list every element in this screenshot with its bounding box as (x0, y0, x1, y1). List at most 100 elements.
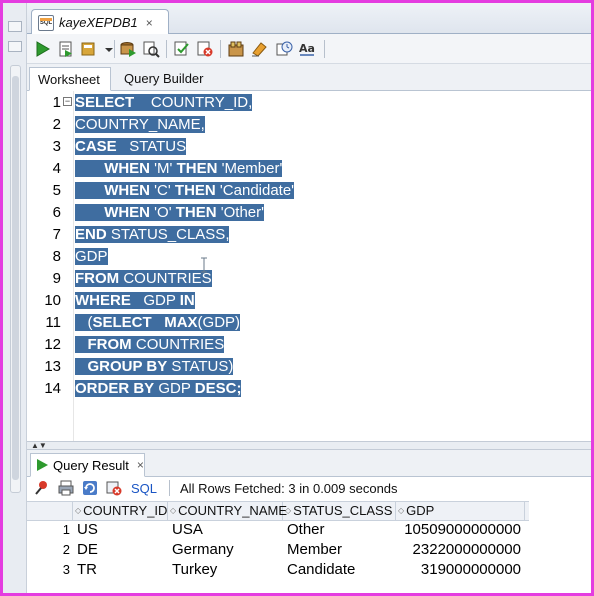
code-line[interactable]: END STATUS_CLASS, (75, 224, 230, 246)
cell-country-name[interactable]: USA (168, 520, 283, 540)
column-header-label: STATUS_CLASS (293, 503, 393, 518)
commit-icon[interactable] (119, 40, 137, 58)
sort-icon[interactable]: ◇ (285, 502, 291, 520)
cell-status-class[interactable]: Other (283, 520, 396, 540)
refresh-icon[interactable] (81, 479, 99, 497)
sql-text: 'Candidate' (215, 182, 295, 199)
code-line[interactable]: GROUP BY STATUS) (75, 356, 234, 378)
line-number: 10 (44, 292, 61, 309)
sort-icon[interactable]: ◇ (170, 502, 176, 520)
column-header[interactable]: ◇ STATUS_CLASS (283, 502, 396, 520)
run-result-icon (37, 459, 48, 471)
code-line[interactable]: WHEN 'C' THEN 'Candidate' (75, 180, 295, 202)
code-line[interactable]: WHEN 'M' THEN 'Member' (75, 158, 283, 180)
code-line[interactable]: WHERE GDP IN (75, 290, 195, 312)
cell-country-name[interactable]: Germany (168, 540, 283, 560)
row-number-header (27, 502, 73, 520)
line-number: 9 (52, 270, 61, 287)
cell-gdp[interactable]: 10509000000000 (396, 520, 525, 540)
sql-text: STATUS (116, 138, 187, 155)
cell-country-id[interactable]: TR (73, 560, 168, 580)
sql-keyword: FROM (87, 336, 132, 353)
rollback-icon[interactable] (142, 40, 160, 58)
sql-keyword: MAX (164, 314, 198, 331)
sql-text (75, 358, 88, 375)
worksheet-tab-bar: Worksheet Query Builder (27, 64, 591, 91)
sql-keyword: THEN (175, 204, 217, 221)
row-number: 2 (62, 542, 70, 557)
side-panel-toggle-icon[interactable] (8, 21, 22, 32)
left-side-panel (3, 3, 27, 593)
code-line[interactable]: FROM COUNTRIES (75, 268, 212, 290)
table-row[interactable]: 3 TR Turkey Candidate 319000000000 (27, 560, 529, 580)
toolbar-divider (220, 40, 221, 58)
tab-worksheet[interactable]: Worksheet (29, 67, 111, 91)
splitter-arrows-icon[interactable]: ▲▼ (31, 441, 47, 450)
sql-tuning-icon[interactable] (227, 40, 245, 58)
sql-text: 'M' (150, 160, 177, 177)
sql-text: 'Other' (216, 204, 265, 221)
code-line[interactable]: ORDER BY GDP DESC; (75, 378, 242, 400)
tab-query-result[interactable]: Query Result × (30, 453, 145, 477)
column-header[interactable]: ◇ GDP (396, 502, 525, 520)
results-grid[interactable]: ◇ COUNTRY_ID ◇ COUNTRY_NAME ◇ STATUS_CLASS … (27, 499, 591, 593)
autotrace-icon[interactable] (196, 40, 214, 58)
panel-splitter[interactable]: ▲▼ (27, 441, 591, 450)
column-header[interactable]: ◇ COUNTRY_NAME (168, 502, 287, 520)
cell-status-class[interactable]: Member (283, 540, 396, 560)
sql-text: 'O' (150, 204, 176, 221)
sql-text: GDP (130, 292, 180, 309)
sql-text: ( (75, 314, 93, 331)
fold-toggle-icon[interactable]: − (63, 97, 72, 106)
column-header[interactable]: ◇ COUNTRY_ID (73, 502, 168, 520)
tab-query-builder[interactable]: Query Builder (116, 67, 211, 91)
column-header-label: COUNTRY_NAME (178, 503, 287, 518)
cell-gdp[interactable]: 319000000000 (396, 560, 525, 580)
table-row[interactable]: 1 US USA Other 10509000000000 (27, 520, 529, 540)
code-line[interactable]: GDP (75, 246, 108, 268)
history-icon[interactable] (275, 40, 293, 58)
scrollbar-thumb[interactable] (12, 76, 19, 480)
sort-icon[interactable]: ◇ (398, 502, 404, 520)
sql-file-icon: SQL (38, 14, 54, 31)
code-line[interactable]: SELECT COUNTRY_ID, (75, 92, 253, 114)
pin-icon[interactable] (33, 479, 51, 497)
run-statement-icon[interactable] (33, 40, 51, 58)
tab-kayexepdb1[interactable]: SQL kayeXEPDB1 × (31, 9, 169, 35)
table-row[interactable]: 2 DE Germany Member 2322000000000 (27, 540, 529, 560)
sql-keyword: THEN (174, 182, 216, 199)
clear-icon[interactable] (250, 40, 268, 58)
code-line[interactable]: COUNTRY_NAME, (75, 114, 205, 136)
format-icon[interactable]: Aa (298, 40, 316, 58)
cell-gdp[interactable]: 2322000000000 (396, 540, 525, 560)
close-icon[interactable]: × (137, 458, 144, 472)
line-number: 5 (52, 182, 61, 199)
sort-icon[interactable]: ◇ (75, 502, 81, 520)
sql-text: COUNTRIES (119, 270, 212, 287)
cell-country-id[interactable]: US (73, 520, 168, 540)
chevron-down-icon[interactable] (100, 40, 113, 58)
code-line[interactable]: WHEN 'O' THEN 'Other' (75, 202, 265, 224)
editor-tab-bar: SQL kayeXEPDB1 × (27, 3, 591, 35)
run-script-icon[interactable] (57, 40, 75, 58)
vertical-scrollbar[interactable] (10, 65, 21, 493)
code-line[interactable]: CASE STATUS (75, 136, 187, 158)
sql-editor[interactable]: − 1 2 3 4 5 6 7 8 9 10 11 12 13 14 SELECT COUNTRY_ID,… (27, 91, 591, 441)
code-line[interactable]: (SELECT MAX(GDP) (75, 312, 241, 334)
line-number: 13 (44, 358, 61, 375)
code-line[interactable]: FROM COUNTRIES (75, 334, 225, 356)
sql-text: 'C' (150, 182, 175, 199)
close-icon[interactable]: × (146, 16, 153, 30)
commit-icon[interactable] (80, 40, 98, 58)
cancel-icon[interactable] (105, 479, 123, 497)
cell-country-id[interactable]: DE (73, 540, 168, 560)
cell-country-name[interactable]: Turkey (168, 560, 283, 580)
print-icon[interactable] (57, 479, 75, 497)
sql-link[interactable]: SQL (131, 481, 157, 496)
explain-plan-icon[interactable] (173, 40, 191, 58)
cell-status-class[interactable]: Candidate (283, 560, 396, 580)
side-panel-toggle-icon[interactable] (8, 41, 22, 52)
sql-keyword: FROM (75, 270, 120, 287)
sql-text (151, 314, 165, 331)
sql-keyword: THEN (176, 160, 218, 177)
